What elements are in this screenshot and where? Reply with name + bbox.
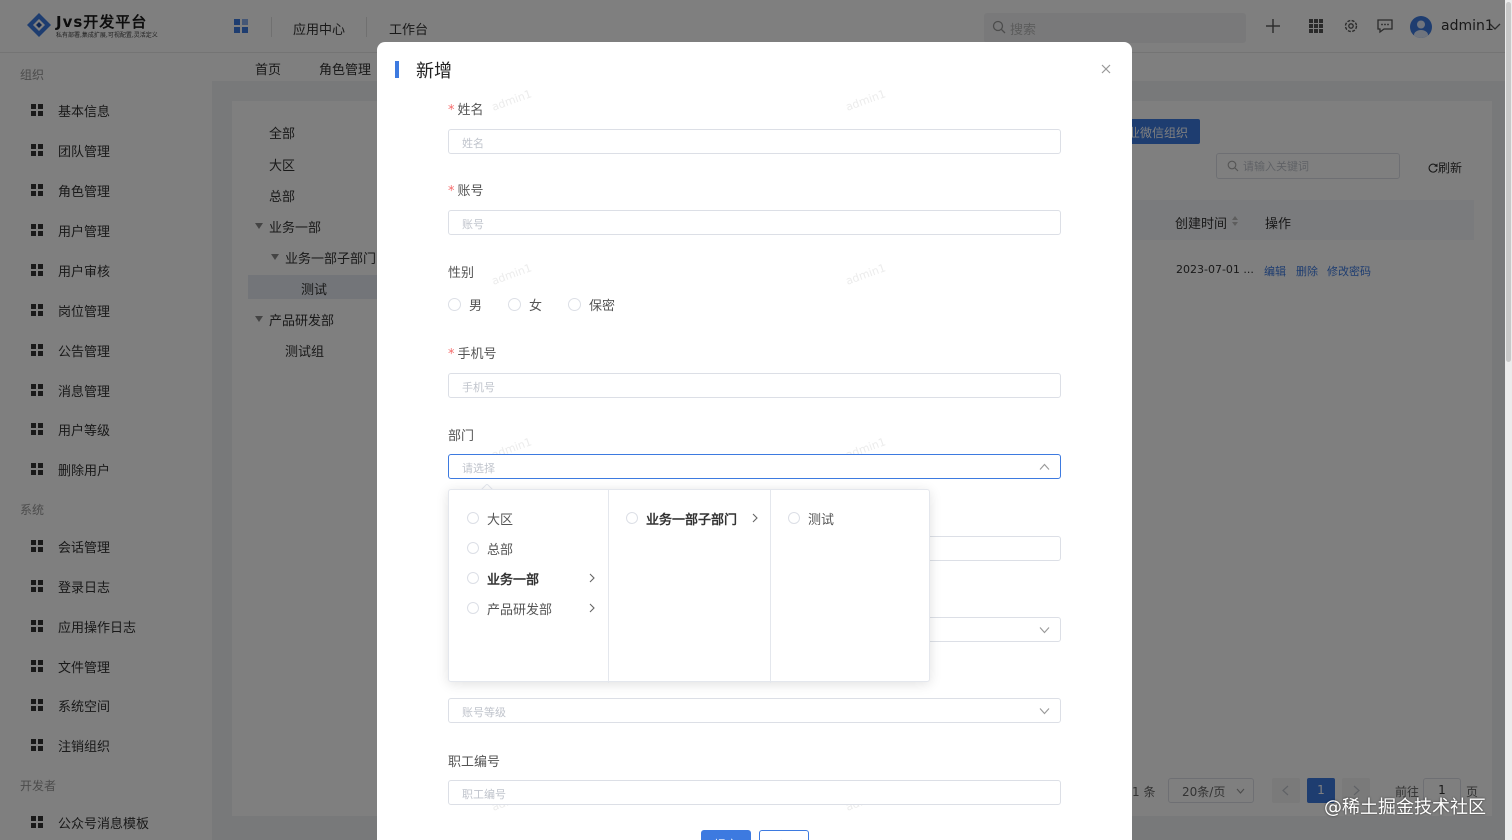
name-label: * 姓名 [448, 103, 484, 118]
watermark: admin1 [490, 261, 534, 288]
phone-input[interactable]: 手机号 [448, 373, 1061, 398]
account-label: * 账号 [448, 184, 484, 199]
radio-circle [568, 298, 581, 311]
name-input[interactable]: 姓名 [448, 129, 1061, 154]
watermark: admin1 [844, 261, 888, 288]
dialog-title: 新增 [416, 61, 452, 82]
cascader-column-2: 业务一部子部门 [609, 490, 770, 683]
chevron-right-icon [752, 513, 758, 523]
radio-circle[interactable] [467, 542, 479, 554]
dept-label: 部门 [448, 429, 475, 444]
radio-circle[interactable] [467, 572, 479, 584]
site-watermark: @稀土掘金技术社区 [1324, 797, 1486, 818]
name-placeholder: 姓名 [462, 137, 484, 150]
radio-circle[interactable] [788, 512, 800, 524]
radio-circle [508, 298, 521, 311]
option-label: 测试 [808, 513, 835, 528]
phone-label: * 手机号 [448, 347, 497, 362]
account-level-placeholder: 账号等级 [462, 706, 506, 719]
chevron-right-icon [589, 573, 595, 583]
scrollbar-thumb[interactable] [1506, 2, 1511, 362]
cascader-option-test[interactable]: 测试 [788, 503, 908, 533]
gender-label: 性别 [448, 266, 475, 281]
cascader-column-1: 大区 总部 业务一部 产品研发部 [449, 490, 608, 683]
required-mark: * [448, 184, 455, 199]
employee-no-label: 职工编号 [448, 755, 501, 770]
chevron-right-icon [589, 603, 595, 613]
dept-cascader-select[interactable]: 请选择 [448, 454, 1061, 479]
radio-label: 女 [529, 299, 543, 314]
cascader-option-rnd[interactable]: 产品研发部 [467, 593, 597, 623]
radio-circle [448, 298, 461, 311]
cascader-option-hq[interactable]: 总部 [467, 533, 597, 563]
radio-circle[interactable] [626, 512, 638, 524]
required-mark: * [448, 103, 455, 118]
phone-placeholder: 手机号 [462, 381, 495, 394]
chevron-down-icon [1039, 627, 1050, 634]
close-icon[interactable] [1099, 62, 1113, 76]
option-label: 产品研发部 [487, 603, 553, 618]
dept-placeholder: 请选择 [462, 462, 495, 475]
account-input[interactable]: 账号 [448, 210, 1061, 235]
watermark: admin1 [490, 87, 534, 114]
account-placeholder: 账号 [462, 218, 484, 231]
option-label: 大区 [487, 513, 514, 528]
cascader-column-3: 测试 [771, 490, 929, 683]
add-user-dialog: admin1 admin1 admin1 admin1 admin1 admin… [377, 42, 1132, 840]
cascader-option-biz-1[interactable]: 业务一部 [467, 563, 597, 593]
employee-no-input[interactable]: 职工编号 [448, 780, 1061, 805]
option-label: 业务一部 [487, 573, 540, 588]
option-label: 总部 [487, 543, 514, 558]
submit-button[interactable]: 提交 [701, 830, 751, 840]
watermark: admin1 [844, 87, 888, 114]
required-mark: * [448, 347, 455, 362]
account-level-select[interactable]: 账号等级 [448, 698, 1061, 723]
chevron-down-icon [1039, 708, 1050, 715]
chevron-up-icon [1039, 463, 1050, 470]
title-accent-bar [395, 61, 399, 78]
employee-no-placeholder: 职工编号 [462, 788, 506, 801]
radio-label: 保密 [589, 299, 616, 314]
option-label: 业务一部子部门 [646, 513, 738, 528]
cascader-option-biz-1-sub[interactable]: 业务一部子部门 [626, 503, 760, 533]
radio-label: 男 [469, 299, 483, 314]
reset-button[interactable]: 重置 [759, 830, 809, 840]
radio-circle[interactable] [467, 512, 479, 524]
cascader-option-region[interactable]: 大区 [467, 503, 597, 533]
radio-circle[interactable] [467, 602, 479, 614]
dept-cascader-panel: 大区 总部 业务一部 产品研发部 业务一部子部门 测试 [448, 489, 930, 683]
